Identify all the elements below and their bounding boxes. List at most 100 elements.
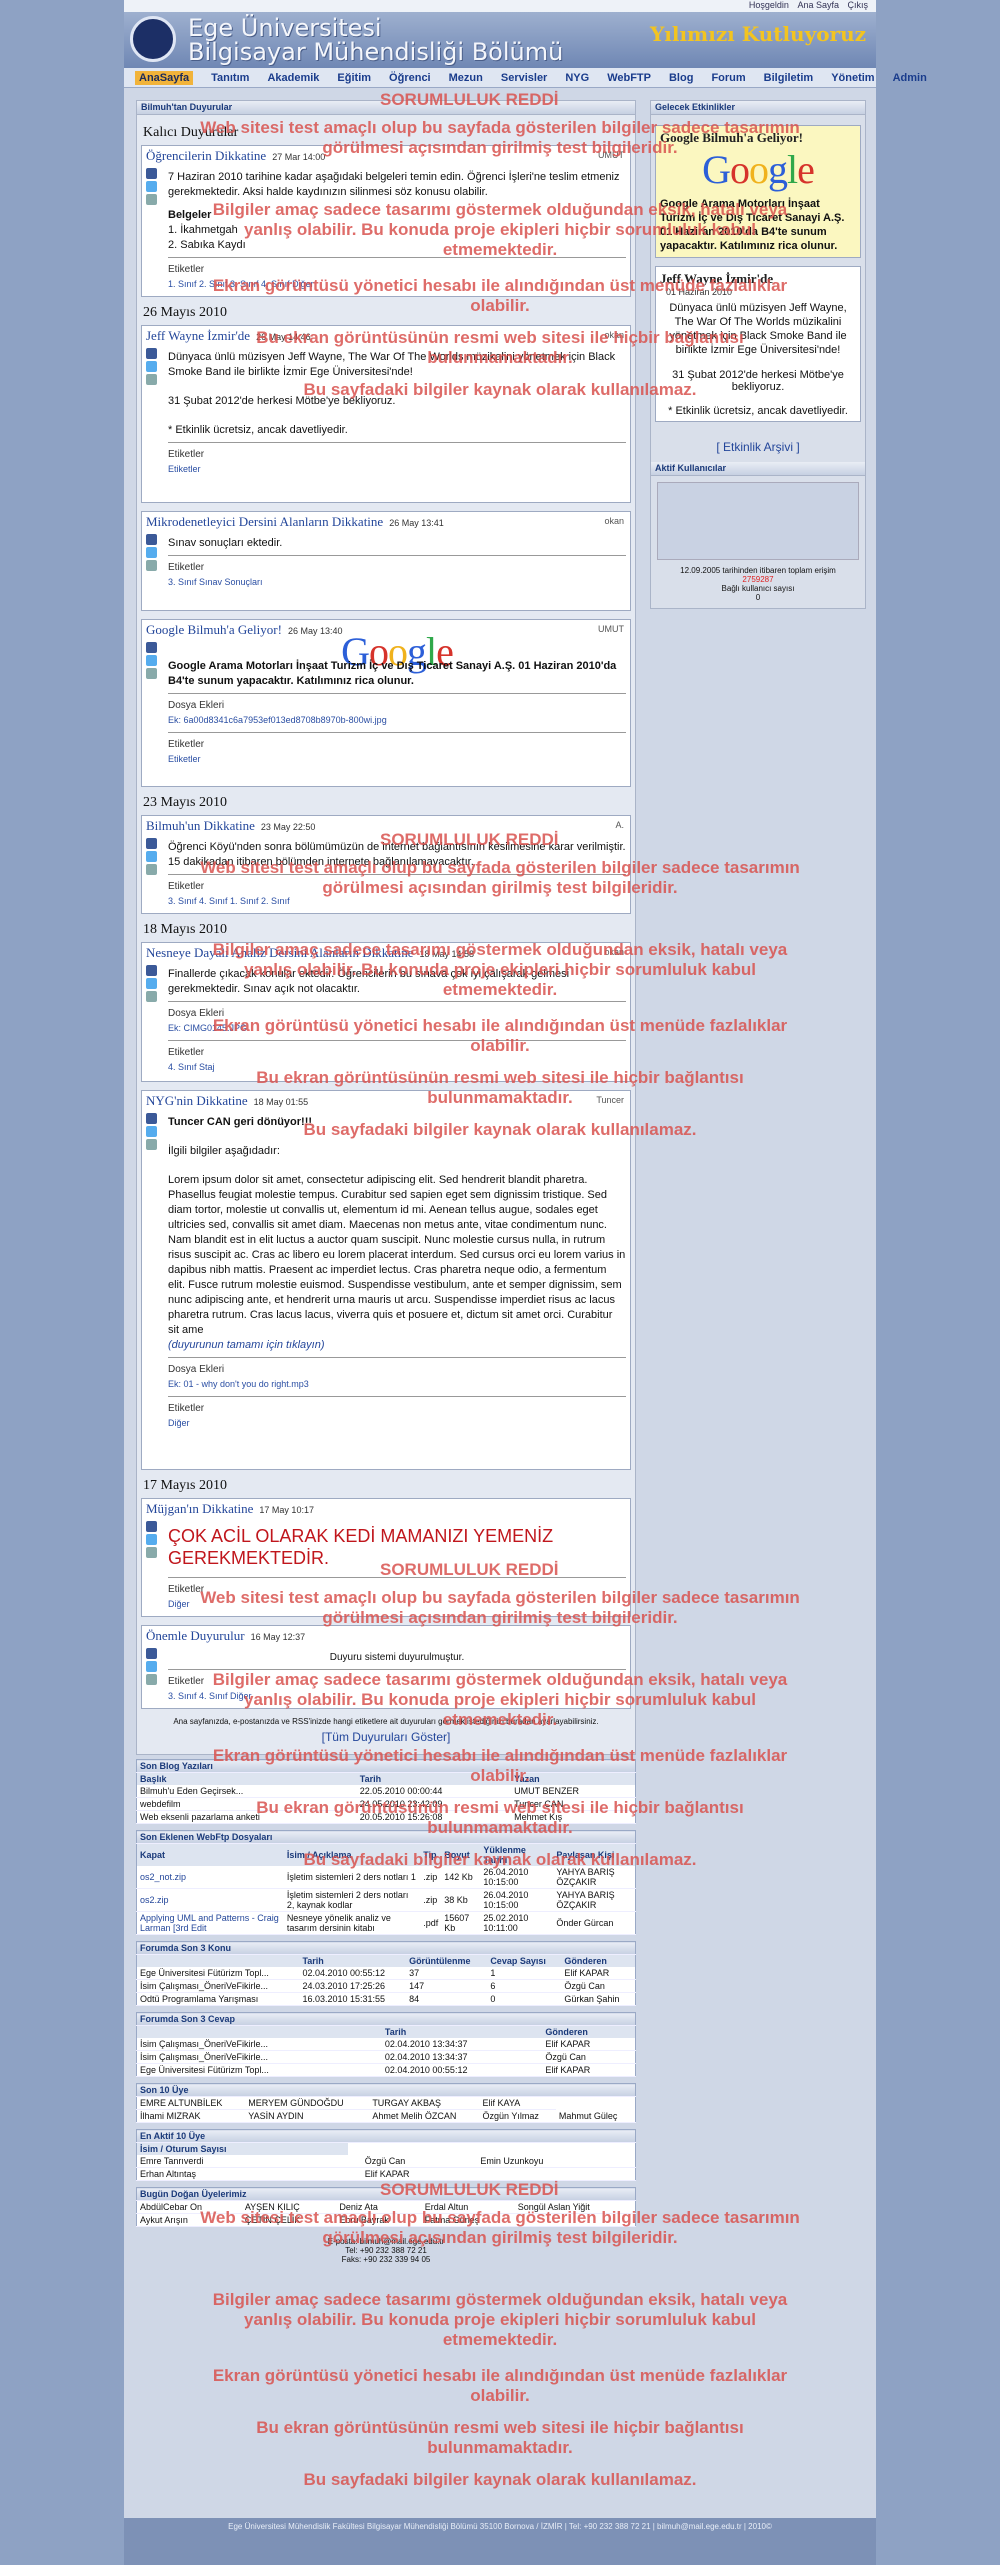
logout-link[interactable]: Çıkış [847,0,868,10]
twitter-icon[interactable] [146,978,157,989]
blog-cell[interactable]: Bilmuh'u Eden Geçirsek... [136,1785,357,1798]
facebook-icon[interactable] [146,1648,157,1659]
forum_cevap-cell[interactable]: İsim Çalışması_ÖneriVeFikirle... [136,2050,382,2064]
news-title[interactable]: NYG'nin Dikkatine [146,1093,248,1108]
facebook-icon[interactable] [146,348,157,359]
nav-2[interactable]: Akademik [267,72,319,84]
nav-4[interactable]: Öğrenci [389,72,431,84]
tag-links[interactable]: 3. Sınıf 4. Sınıf Diğer [168,1689,626,1704]
event-title[interactable]: Jeff Wayne İzmir'de [660,271,856,287]
webftp-cell[interactable]: os2_not.zip [136,1866,284,1889]
twitter-icon[interactable] [146,1534,157,1545]
nav-11[interactable]: Bilgiletim [764,72,814,84]
twitter-icon[interactable] [146,547,157,558]
forum_konu-cell[interactable]: Ege Üniversitesi Fütürizm Topl... [136,1967,300,1980]
tag-links[interactable]: Diğer [168,1416,626,1431]
facebook-icon[interactable] [146,1521,157,1532]
all-announcements-link[interactable]: [Tüm Duyuruları Göster] [141,1730,631,1744]
news-title[interactable]: Mikrodenetleyici Dersini Alanların Dikka… [146,514,383,529]
anniversary-badge: Yılımızı Kutluyoruz [649,22,866,46]
twitter-icon[interactable] [146,361,157,372]
tag-links[interactable]: 3. Sınıf Sınav Sonuçları [168,575,626,590]
forum_konu-cell[interactable]: İsim Çalışması_ÖneriVeFikirle... [136,1979,300,1993]
news-title[interactable]: Google Bilmuh'a Geliyor! [146,622,282,637]
nav-3[interactable]: Eğitim [337,72,371,84]
tags-settings-note[interactable]: Ana sayfanızda, e-postanızda ve RSS'iniz… [141,1717,631,1726]
nav-8[interactable]: WebFTP [607,72,651,84]
tag-links[interactable]: 3. Sınıf 4. Sınıf 1. Sınıf 2. Sınıf [168,894,626,909]
news-title[interactable]: Nesneye Dayalı Analiz Dersini Alanların … [146,945,414,960]
webftp-cell: 15607 Kb [441,1911,481,1935]
blog-cell[interactable]: webdefilm [136,1797,357,1811]
facebook-icon[interactable] [146,642,157,653]
read-more-link[interactable]: (duyurunun tamamı için tıklayın) [168,1338,626,1353]
son10-cell: YASİN AYDIN [245,2109,370,2123]
tag-links[interactable]: Diğer [168,1597,626,1612]
bookmark-icon[interactable] [146,991,157,1002]
event-body: Dünyaca ünlü müzisyen Jeff Wayne, The Wa… [669,302,847,356]
tag-links[interactable]: Etiketler [168,752,626,767]
facebook-icon[interactable] [146,838,157,849]
facebook-icon[interactable] [146,1113,157,1124]
bookmark-icon[interactable] [146,374,157,385]
facebook-icon[interactable] [146,168,157,179]
nav-7[interactable]: NYG [565,72,589,84]
forum_cevap-cell[interactable]: Ege Üniversitesi Fütürizm Topl... [136,2063,382,2077]
bookmark-icon[interactable] [146,864,157,875]
news-title[interactable]: Öğrencilerin Dikkatine [146,148,266,163]
tag-links[interactable]: 4. Sınıf Staj [168,1060,626,1075]
news-title[interactable]: Jeff Wayne İzmir'de [146,328,250,343]
news-item: Öğrencilerin Dikkatine 27 Mar 14:00 UMUT 7 … [141,145,631,297]
twitter-icon[interactable] [146,1661,157,1672]
home-link[interactable]: Ana Sayfa [797,0,839,10]
nav-5[interactable]: Mezun [449,72,483,84]
event-title[interactable]: Google Bilmuh'a Geliyor! [660,130,856,146]
main-nav: AnaSayfa Tanıtım Akademik Eğitim Öğrenci Mezu… [124,68,927,88]
nav-0[interactable]: AnaSayfa [135,70,194,85]
nav-12[interactable]: Yönetim [831,72,874,84]
forum_cevap-cell[interactable]: İsim Çalışması_ÖneriVeFikirle... [136,2038,382,2051]
twitter-icon[interactable] [146,1126,157,1137]
son10-cell[interactable]: EMRE ALTUNBİLEK [136,2096,246,2110]
forum_konu-cell[interactable]: Odtü Programlama Yarışması [136,1992,300,2006]
nav-10[interactable]: Forum [711,72,745,84]
attachment-link[interactable]: Ek: 01 - why don't you do right.mp3 [168,1377,626,1392]
bookmark-icon[interactable] [146,1139,157,1150]
bookmark-icon[interactable] [146,1674,157,1685]
twitter-icon[interactable] [146,655,157,666]
webftp-cell[interactable]: os2.zip [136,1888,284,1912]
tags-label: Etiketler [168,881,205,892]
bday-cell[interactable]: Aykut Arışın [136,2213,242,2227]
event-archive-link[interactable]: [ Etkinlik Arşivi ] [651,440,865,454]
attachment-link[interactable]: Ek: 6a00d8341c6a7953ef013ed8708b8970b-80… [168,713,626,728]
aktif10-table: En Aktif 10 Üye İsim / Oturum Sayısı Emre … [136,2129,636,2181]
news-title[interactable]: Önemle Duyurulur [146,1628,245,1643]
son10-cell[interactable]: İlhami MIZRAK [136,2109,246,2123]
bday-cell[interactable]: AbdülCebar On [136,2200,242,2214]
nav-9[interactable]: Blog [669,72,693,84]
webftp-cell[interactable]: Applying UML and Patterns - Craig Larman… [136,1911,284,1935]
university-logo[interactable] [130,16,176,62]
tag-links[interactable]: 1. Sınıf 2. Sınıf 3. Sınıf 4. Sınıf Diğe… [168,277,626,292]
aktif10-cell[interactable]: Erhan Altıntaş [136,2167,349,2181]
news-body: Google Google Arama Motorları İnşaat Turi… [168,632,626,767]
nav-1[interactable]: Tanıtım [211,72,249,84]
twitter-icon[interactable] [146,181,157,192]
facebook-icon[interactable] [146,965,157,976]
facebook-icon[interactable] [146,534,157,545]
forum_cevap-row: Ege Üniversitesi Fütürizm Topl... 02.04.2… [136,2063,636,2077]
aktif10-cell[interactable]: Emre Tanrıverdi [136,2155,349,2168]
news-title[interactable]: Bilmuh'un Dikkatine [146,818,255,833]
bookmark-icon[interactable] [146,1547,157,1558]
twitter-icon[interactable] [146,851,157,862]
bookmark-icon[interactable] [146,560,157,571]
tag-links[interactable]: Etiketler [168,462,626,477]
news-item: NYG'nin Dikkatine 18 May 01:55 Tuncer Tunce… [141,1090,631,1470]
nav-6[interactable]: Servisler [501,72,547,84]
bookmark-icon[interactable] [146,194,157,205]
news-title[interactable]: Müjgan'ın Dikkatine [146,1501,253,1516]
bookmark-icon[interactable] [146,668,157,679]
blog-cell[interactable]: Web eksenli pazarlama anketi [136,1810,357,1824]
nav-13[interactable]: Admin [893,72,927,84]
attachment-link[interactable]: Ek: CIMG0145.JPG [168,1021,626,1036]
